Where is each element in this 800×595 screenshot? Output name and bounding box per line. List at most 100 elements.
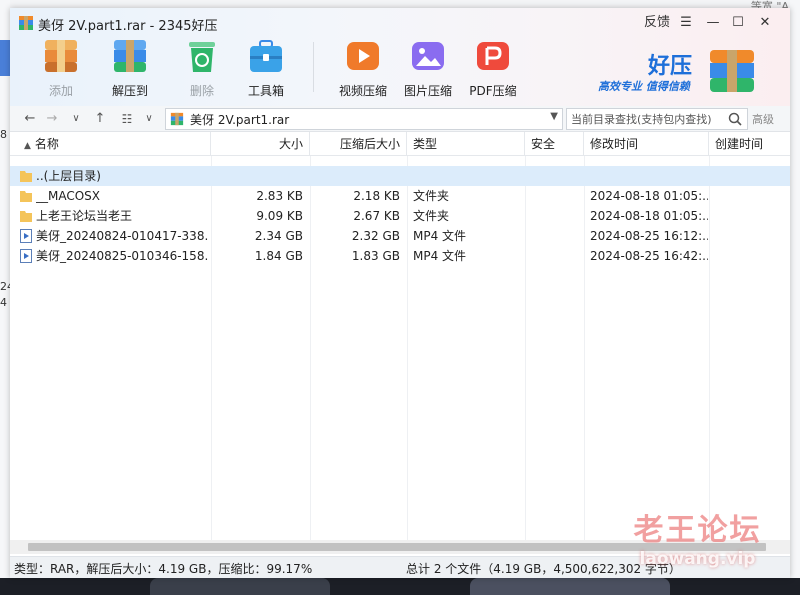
view-mode-icon[interactable]: ☷ (118, 110, 136, 128)
image-compress-label: 图片压缩 (403, 84, 452, 98)
archive-window: 美伢 2V.part1.rar - 2345好压 反馈 ☰ — ☐ ✕ 添加 解… (10, 8, 790, 578)
delete-label: 删除 (189, 84, 214, 98)
table-row[interactable]: 美伢_20240825-010346-158.... 1.84 GB 1.83 … (10, 246, 790, 266)
file-modified: 2024-08-18 01:05:... (590, 189, 708, 203)
search-input[interactable] (571, 111, 721, 127)
toolbar-separator (313, 42, 314, 92)
feedback-button[interactable]: 反馈 (642, 12, 672, 34)
extract-label: 解压到 (111, 84, 148, 98)
desktop-label: 4 (0, 296, 7, 309)
brand-name: 好压 (648, 54, 693, 79)
desktop-background-shape (470, 578, 670, 595)
column-header: ▲ 名称 大小 压缩后大小 类型 安全 修改时间 创建时间 (10, 132, 790, 156)
toolbox-icon (246, 36, 286, 76)
image-compress-button[interactable]: 图片压缩 (398, 36, 458, 102)
back-arrow-icon[interactable]: ← (22, 110, 38, 128)
file-list: ▲ 名称 大小 压缩后大小 类型 安全 修改时间 创建时间 ..(上层目录) __… (10, 132, 790, 542)
horizontal-scrollbar[interactable] (10, 540, 790, 554)
column-type[interactable]: 类型 (407, 132, 525, 156)
column-created[interactable]: 创建时间 (709, 132, 790, 156)
delete-button[interactable]: 删除 (172, 36, 232, 102)
file-name: ..(上层目录) (36, 169, 101, 183)
minimize-button[interactable]: — (702, 12, 724, 34)
file-modified: 2024-08-25 16:42:... (590, 249, 708, 263)
desktop-top-strip: 等宽 "A" (0, 0, 800, 13)
file-size: 2.83 KB (256, 189, 303, 203)
video-file-icon (20, 249, 32, 263)
toolbox-label: 工具箱 (247, 84, 284, 98)
file-packed-size: 1.83 GB (351, 249, 400, 263)
extract-button[interactable]: 解压到 (100, 36, 160, 102)
forward-arrow-icon[interactable]: → (44, 110, 60, 128)
pdf-icon (473, 36, 513, 76)
desktop-background-shape (150, 578, 330, 595)
window-title: 美伢 2V.part1.rar - 2345好压 (38, 19, 218, 34)
toolbox-button[interactable]: 工具箱 (236, 36, 296, 102)
file-size: 2.34 GB (254, 229, 303, 243)
history-chevron-icon[interactable]: ∨ (68, 110, 84, 128)
table-row[interactable]: 美伢_20240824-010417-338.... 2.34 GB 2.32 … (10, 226, 790, 246)
sort-arrow-icon: ▲ (24, 141, 31, 151)
archive-info-text: 类型：RAR，解压后大小：4.19 GB，压缩比：99.17% (14, 562, 313, 576)
window-header: 美伢 2V.part1.rar - 2345好压 反馈 ☰ — ☐ ✕ 添加 解… (10, 8, 790, 106)
menu-button[interactable]: ☰ (676, 12, 696, 34)
desktop-bottom-strip (0, 578, 800, 595)
address-bar: ← → ∨ ↑ ☷ ∨ 美伢 2V.part1.rar ▼ 高级 (10, 106, 790, 132)
archive-extract-icon (110, 36, 150, 76)
desktop-label: 8 (0, 128, 7, 141)
file-packed-size: 2.32 GB (351, 229, 400, 243)
table-row[interactable]: ..(上层目录) (10, 166, 790, 186)
pdf-compress-button[interactable]: PDF压缩 (463, 36, 523, 102)
file-modified: 2024-08-25 16:12:... (590, 229, 708, 243)
table-row[interactable]: 上老王论坛当老王 9.09 KB 2.67 KB 文件夹 2024-08-18 … (10, 206, 790, 226)
desktop-icon[interactable] (0, 40, 10, 76)
advanced-search-link[interactable]: 高级 (752, 111, 774, 127)
folder-icon (20, 211, 32, 222)
pdf-compress-label: PDF压缩 (469, 84, 517, 98)
archive-add-icon (41, 36, 81, 76)
image-icon (408, 36, 448, 76)
desktop-label: 24 (0, 280, 10, 293)
search-box (566, 108, 748, 130)
up-arrow-icon[interactable]: ↑ (92, 110, 108, 128)
brand-logo: 好压 高效专业 值得信赖 (598, 44, 778, 100)
rar-archive-icon (19, 16, 33, 30)
file-size: 1.84 GB (254, 249, 303, 263)
brand-archive-icon (710, 50, 754, 92)
table-row[interactable]: __MACOSX 2.83 KB 2.18 KB 文件夹 2024-08-18 … (10, 186, 790, 206)
video-compress-label: 视频压缩 (338, 84, 387, 98)
path-dropdown-icon[interactable]: ▼ (550, 111, 558, 122)
scrollbar-thumb[interactable] (28, 543, 766, 551)
rar-archive-icon (170, 112, 184, 126)
file-modified: 2024-08-18 01:05:... (590, 209, 708, 223)
file-packed-size: 2.18 KB (353, 189, 400, 203)
file-name: 美伢_20240825-010346-158.... (36, 249, 208, 263)
view-chevron-icon[interactable]: ∨ (142, 110, 156, 128)
file-type: 文件夹 (413, 209, 450, 223)
path-text: 美伢 2V.part1.rar (190, 113, 290, 127)
path-field[interactable]: 美伢 2V.part1.rar ▼ (165, 108, 563, 130)
file-packed-size: 2.67 KB (353, 209, 400, 223)
column-security[interactable]: 安全 (525, 132, 584, 156)
video-compress-button[interactable]: 视频压缩 (333, 36, 393, 102)
close-button[interactable]: ✕ (754, 12, 776, 34)
file-type: 文件夹 (413, 189, 450, 203)
add-button[interactable]: 添加 (31, 36, 91, 102)
column-modified[interactable]: 修改时间 (584, 132, 709, 156)
file-type: MP4 文件 (413, 249, 467, 263)
add-label: 添加 (48, 84, 73, 98)
column-size[interactable]: 大小 (211, 132, 310, 156)
video-file-icon (20, 229, 32, 243)
search-icon[interactable] (727, 111, 743, 127)
video-icon (343, 36, 383, 76)
desktop-right-strip (790, 0, 800, 595)
column-name[interactable]: ▲ 名称 (10, 132, 211, 156)
file-type: MP4 文件 (413, 229, 467, 243)
desktop-left-strip: 8 24 4 (0, 0, 10, 595)
file-size: 9.09 KB (256, 209, 303, 223)
column-packed-size[interactable]: 压缩后大小 (310, 132, 407, 156)
status-bar: 类型：RAR，解压后大小：4.19 GB，压缩比：99.17% 总计 2 个文件… (10, 556, 790, 578)
folder-icon (20, 171, 32, 182)
folder-icon (20, 191, 32, 202)
maximize-button[interactable]: ☐ (727, 12, 749, 34)
